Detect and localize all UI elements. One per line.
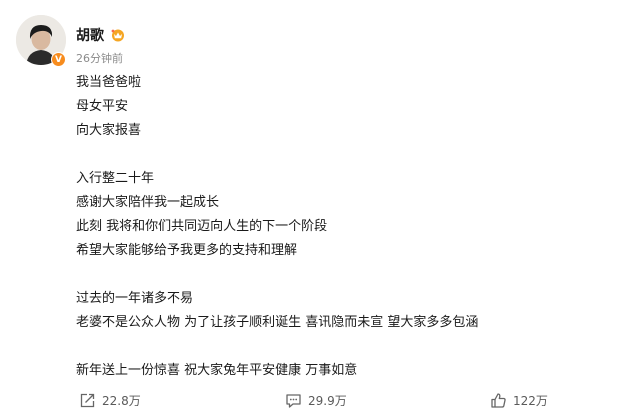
post-text-line: 入行整二十年 xyxy=(76,171,155,186)
post-text-line: 感谢大家陪伴我一起成长 xyxy=(76,195,220,210)
author-name-label: 胡歌 xyxy=(76,28,104,44)
post-text-line: 希望大家能够给予我更多的支持和理解 xyxy=(76,243,298,258)
member-crown-icon xyxy=(110,28,126,42)
post-timestamp[interactable]: 26分钟前 xyxy=(76,50,123,66)
comment-icon xyxy=(286,393,301,408)
like-button[interactable]: 122万 xyxy=(490,386,548,414)
repost-icon xyxy=(80,393,95,407)
post-text-line xyxy=(76,143,616,167)
repost-button[interactable]: 22.8万 xyxy=(79,386,141,414)
post-text-line: 向大家报喜 xyxy=(76,123,142,138)
post-text-line: 老婆不是公众人物 为了让孩子顺利诞生 喜讯隐而未宣 望大家多多包涵 xyxy=(76,315,479,330)
post-text-line xyxy=(76,263,616,287)
repost-count: 22.8万 xyxy=(102,393,141,408)
post-text-line xyxy=(76,335,616,359)
thumbs-up-icon xyxy=(491,392,506,408)
post-text-line: 过去的一年诸多不易 xyxy=(76,291,194,306)
post-text-line: 此刻 我将和你们共同迈向人生的下一个阶段 xyxy=(76,219,328,234)
post-text-line: 母女平安 xyxy=(76,99,129,114)
post-text-line: 我当爸爸啦 xyxy=(76,75,142,90)
comment-count: 29.9万 xyxy=(308,393,347,408)
author-name[interactable]: 胡歌 xyxy=(76,25,126,45)
comment-button[interactable]: 29.9万 xyxy=(285,386,347,414)
post-text-line: 新年送上一份惊喜 祝大家兔年平安健康 万事如意 xyxy=(76,363,358,378)
action-bar: 22.8万 29.9万 122万 xyxy=(0,386,635,414)
post-content: 我当爸爸啦 母女平安 向大家报喜 入行整二十年 感谢大家陪伴我一起成长 此刻 我… xyxy=(76,71,616,383)
like-count: 122万 xyxy=(513,393,548,408)
verified-icon: V xyxy=(51,52,66,67)
